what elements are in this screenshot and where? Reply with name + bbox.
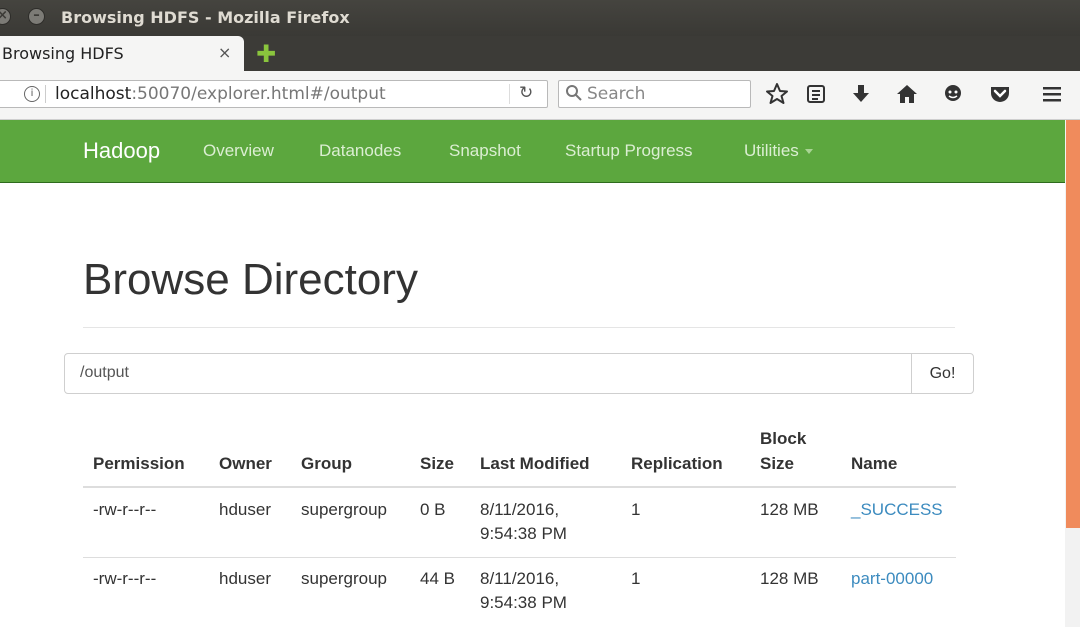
cell-replication: 1 bbox=[631, 569, 641, 588]
url-path: :50070/explorer.html#/output bbox=[131, 84, 386, 104]
reload-icon[interactable]: ↻ bbox=[519, 83, 533, 103]
reading-list-icon[interactable] bbox=[804, 82, 828, 106]
url-bar[interactable]: i localhost:50070/explorer.html#/output … bbox=[0, 80, 548, 108]
cell-group: supergroup bbox=[301, 569, 388, 588]
directory-path-group: /output Go! bbox=[64, 353, 974, 394]
pocket-icon[interactable] bbox=[988, 82, 1012, 106]
col-header-block-size-line2[interactable]: Size bbox=[760, 452, 794, 476]
hadoop-brand-link[interactable]: Hadoop bbox=[83, 138, 160, 164]
tab-close-icon[interactable]: × bbox=[218, 43, 231, 62]
search-placeholder: Search bbox=[587, 84, 646, 104]
tab-title: Browsing HDFS bbox=[2, 44, 124, 63]
title-divider bbox=[83, 327, 955, 328]
cell-block-size: 128 MB bbox=[760, 500, 819, 519]
cell-modified-time: 9:54:38 PM bbox=[480, 593, 567, 612]
cell-owner: hduser bbox=[219, 500, 271, 519]
window-close-button[interactable]: × bbox=[0, 8, 11, 25]
page-title: Browse Directory bbox=[83, 255, 418, 304]
nav-snapshot[interactable]: Snapshot bbox=[449, 141, 521, 161]
col-header-replication[interactable]: Replication bbox=[631, 452, 723, 476]
search-icon bbox=[566, 85, 582, 101]
chat-icon[interactable] bbox=[941, 82, 965, 106]
cell-block-size: 128 MB bbox=[760, 569, 819, 588]
browser-toolbar: i localhost:50070/explorer.html#/output … bbox=[0, 71, 1080, 120]
table-header-divider bbox=[83, 486, 956, 488]
site-info-icon[interactable]: i bbox=[24, 86, 40, 102]
nav-utilities-label: Utilities bbox=[744, 141, 799, 160]
hadoop-navbar: Hadoop Overview Datanodes Snapshot Start… bbox=[0, 120, 1065, 183]
nav-overview[interactable]: Overview bbox=[203, 141, 274, 161]
url-separator bbox=[45, 85, 46, 103]
url-host: localhost bbox=[55, 84, 132, 104]
row-divider bbox=[83, 557, 956, 558]
window-title-bar: × – Browsing HDFS - Mozilla Firefox bbox=[0, 0, 1080, 36]
nav-utilities[interactable]: Utilities bbox=[744, 141, 813, 161]
col-header-name[interactable]: Name bbox=[851, 452, 897, 476]
col-header-permission[interactable]: Permission bbox=[93, 452, 185, 476]
cell-name: part-00000 bbox=[851, 567, 933, 591]
cell-permission: -rw-r--r-- bbox=[93, 500, 157, 519]
cell-size: 0 B bbox=[420, 500, 446, 519]
col-header-group[interactable]: Group bbox=[301, 452, 352, 476]
nav-startup-progress[interactable]: Startup Progress bbox=[565, 141, 693, 161]
page-scrollbar-thumb[interactable] bbox=[1066, 120, 1080, 528]
window-title: Browsing HDFS - Mozilla Firefox bbox=[61, 8, 350, 27]
download-icon[interactable] bbox=[849, 82, 873, 106]
cell-owner: hduser bbox=[219, 569, 271, 588]
url-separator-2 bbox=[509, 84, 510, 104]
col-header-size[interactable]: Size bbox=[420, 452, 454, 476]
home-icon[interactable] bbox=[895, 82, 919, 106]
menu-icon[interactable] bbox=[1040, 82, 1064, 106]
tab-strip: Browsing HDFS × ✚ bbox=[0, 36, 1080, 71]
cell-modified-date: 8/11/2016, bbox=[480, 500, 560, 519]
new-tab-plus-icon[interactable]: ✚ bbox=[256, 40, 276, 68]
tab-browsing-hdfs[interactable]: Browsing HDFS × bbox=[0, 36, 244, 71]
bookmark-star-icon[interactable] bbox=[765, 82, 789, 106]
go-button[interactable]: Go! bbox=[911, 353, 974, 394]
directory-path-input[interactable]: /output bbox=[64, 353, 912, 394]
cell-size: 44 B bbox=[420, 569, 455, 588]
cell-group: supergroup bbox=[301, 500, 388, 519]
window-minimize-button[interactable]: – bbox=[28, 8, 45, 25]
col-header-last-modified[interactable]: Last Modified bbox=[480, 452, 590, 476]
cell-modified-date: 8/11/2016, bbox=[480, 569, 560, 588]
file-link-success[interactable]: _SUCCESS bbox=[851, 500, 943, 519]
col-header-block-size-line1[interactable]: Block bbox=[760, 427, 806, 451]
cell-replication: 1 bbox=[631, 500, 641, 519]
cell-name: _SUCCESS bbox=[851, 498, 943, 522]
cell-permission: -rw-r--r-- bbox=[93, 569, 157, 588]
search-bar[interactable]: Search bbox=[558, 80, 751, 108]
url-text[interactable]: localhost:50070/explorer.html#/output bbox=[55, 84, 386, 104]
cell-modified-time: 9:54:38 PM bbox=[480, 524, 567, 543]
col-header-owner[interactable]: Owner bbox=[219, 452, 272, 476]
caret-down-icon bbox=[804, 149, 813, 155]
file-link-part-00000[interactable]: part-00000 bbox=[851, 569, 933, 588]
nav-datanodes[interactable]: Datanodes bbox=[319, 141, 401, 161]
